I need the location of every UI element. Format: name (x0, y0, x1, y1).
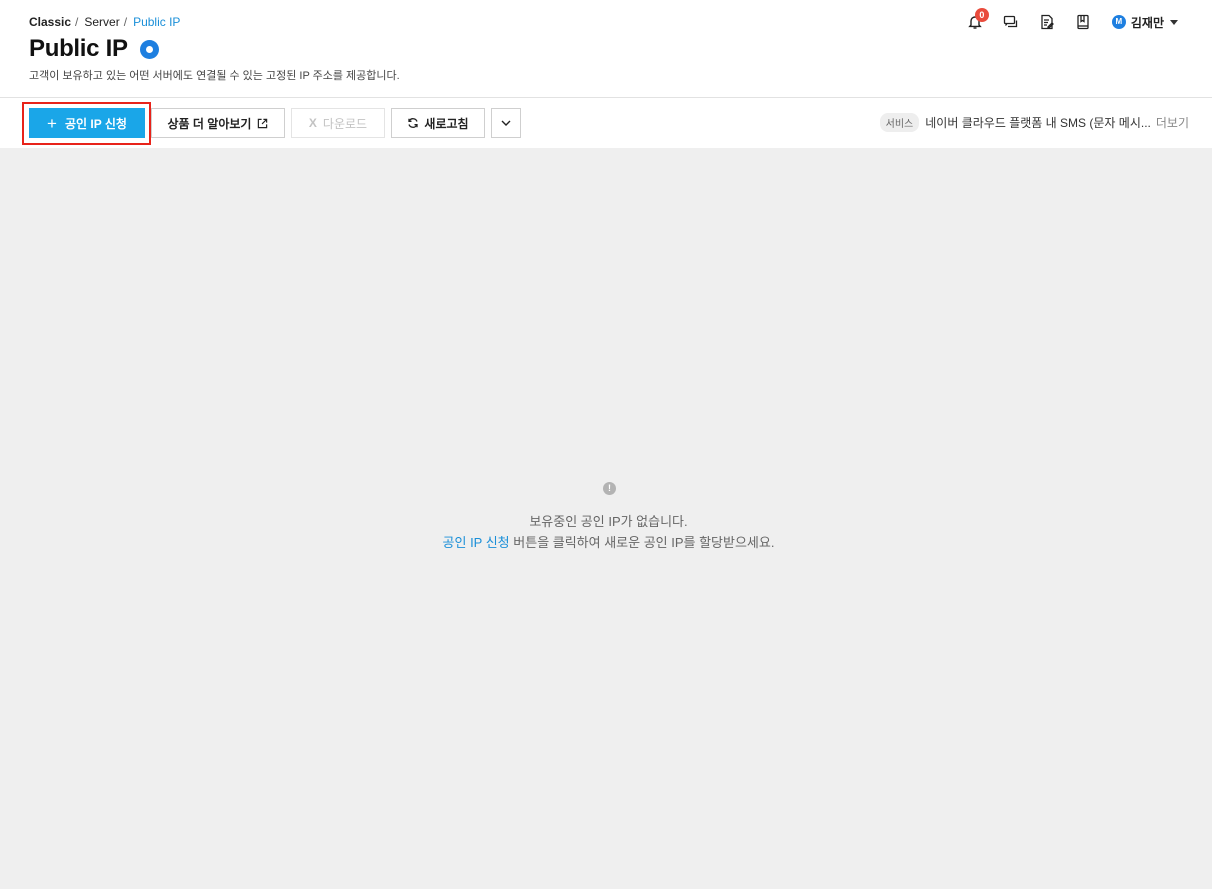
chat-icon[interactable] (1000, 11, 1022, 33)
download-label: 다운로드 (322, 116, 368, 131)
breadcrumb-public-ip[interactable]: Public IP (133, 15, 180, 29)
content-area: ! 보유중인 공인 IP가 없습니다. 공인 IP 신청 버튼을 클릭하여 새로… (0, 148, 1212, 889)
external-link-icon (258, 118, 268, 128)
refresh-label: 새로고침 (424, 116, 469, 131)
avatar: M (1111, 15, 1126, 29)
learn-more-label: 상품 더 알아보기 (167, 116, 252, 131)
excel-icon: X (308, 116, 317, 130)
toolbar: + 공인 IP 신청 상품 더 알아보기 X 다운로드 새로고침 서비스 네이버… (0, 99, 1212, 148)
chevron-down-icon (501, 120, 511, 126)
guide-book-icon[interactable] (1072, 11, 1094, 33)
page-header: Classic / Server / Public IP Public IP 고… (0, 0, 1212, 98)
header-actions: 0 M 김재만 (950, 8, 1178, 33)
breadcrumb-separator: / (75, 15, 79, 29)
apply-public-ip-button[interactable]: + 공인 IP 신청 (29, 108, 145, 138)
page-subtitle: 고객이 보유하고 있는 어떤 서버에도 연결될 수 있는 고정된 IP 주소를 … (29, 70, 400, 82)
info-alert-icon: ! (603, 482, 616, 495)
breadcrumb-separator: / (123, 15, 128, 29)
notification-count-badge: 0 (974, 8, 989, 22)
apply-public-ip-link[interactable]: 공인 IP 신청 (443, 535, 510, 550)
user-menu[interactable]: M 김재만 (1111, 14, 1178, 31)
notice-more-link[interactable]: 더보기 (1156, 114, 1189, 131)
notice-text[interactable]: 네이버 클라우드 플랫폼 내 SMS (문자 메시... (925, 114, 1151, 131)
notice-tag: 서비스 (879, 113, 920, 132)
breadcrumb-classic[interactable]: Classic (29, 15, 71, 29)
user-name: 김재만 (1130, 15, 1164, 30)
refresh-icon (408, 118, 419, 128)
more-options-button[interactable] (491, 108, 521, 138)
breadcrumb: Classic / Server / Public IP (29, 15, 180, 29)
page-title: Public IP (29, 35, 128, 62)
chevron-down-icon (1170, 19, 1178, 25)
refresh-button[interactable]: 새로고침 (391, 108, 485, 138)
info-icon[interactable] (139, 39, 159, 59)
bell-icon[interactable]: 0 (964, 8, 989, 33)
memo-icon[interactable] (1036, 11, 1058, 33)
empty-hint-text: 버튼을 클릭하여 새로운 공인 IP를 할당받으세요. (509, 535, 775, 550)
breadcrumb-server[interactable]: Server (84, 15, 119, 29)
service-notice: 서비스 네이버 클라우드 플랫폼 내 SMS (문자 메시... 더보기 (879, 113, 1189, 132)
empty-hint: 공인 IP 신청 버튼을 클릭하여 새로운 공인 IP를 할당받으세요. (0, 532, 1212, 551)
empty-message: 보유중인 공인 IP가 없습니다. (529, 514, 688, 529)
apply-public-ip-label: 공인 IP 신청 (64, 116, 127, 131)
download-button[interactable]: X 다운로드 (291, 108, 385, 138)
learn-more-button[interactable]: 상품 더 알아보기 (151, 108, 285, 138)
title-row: Public IP (29, 35, 159, 63)
plus-icon: + (47, 113, 57, 133)
